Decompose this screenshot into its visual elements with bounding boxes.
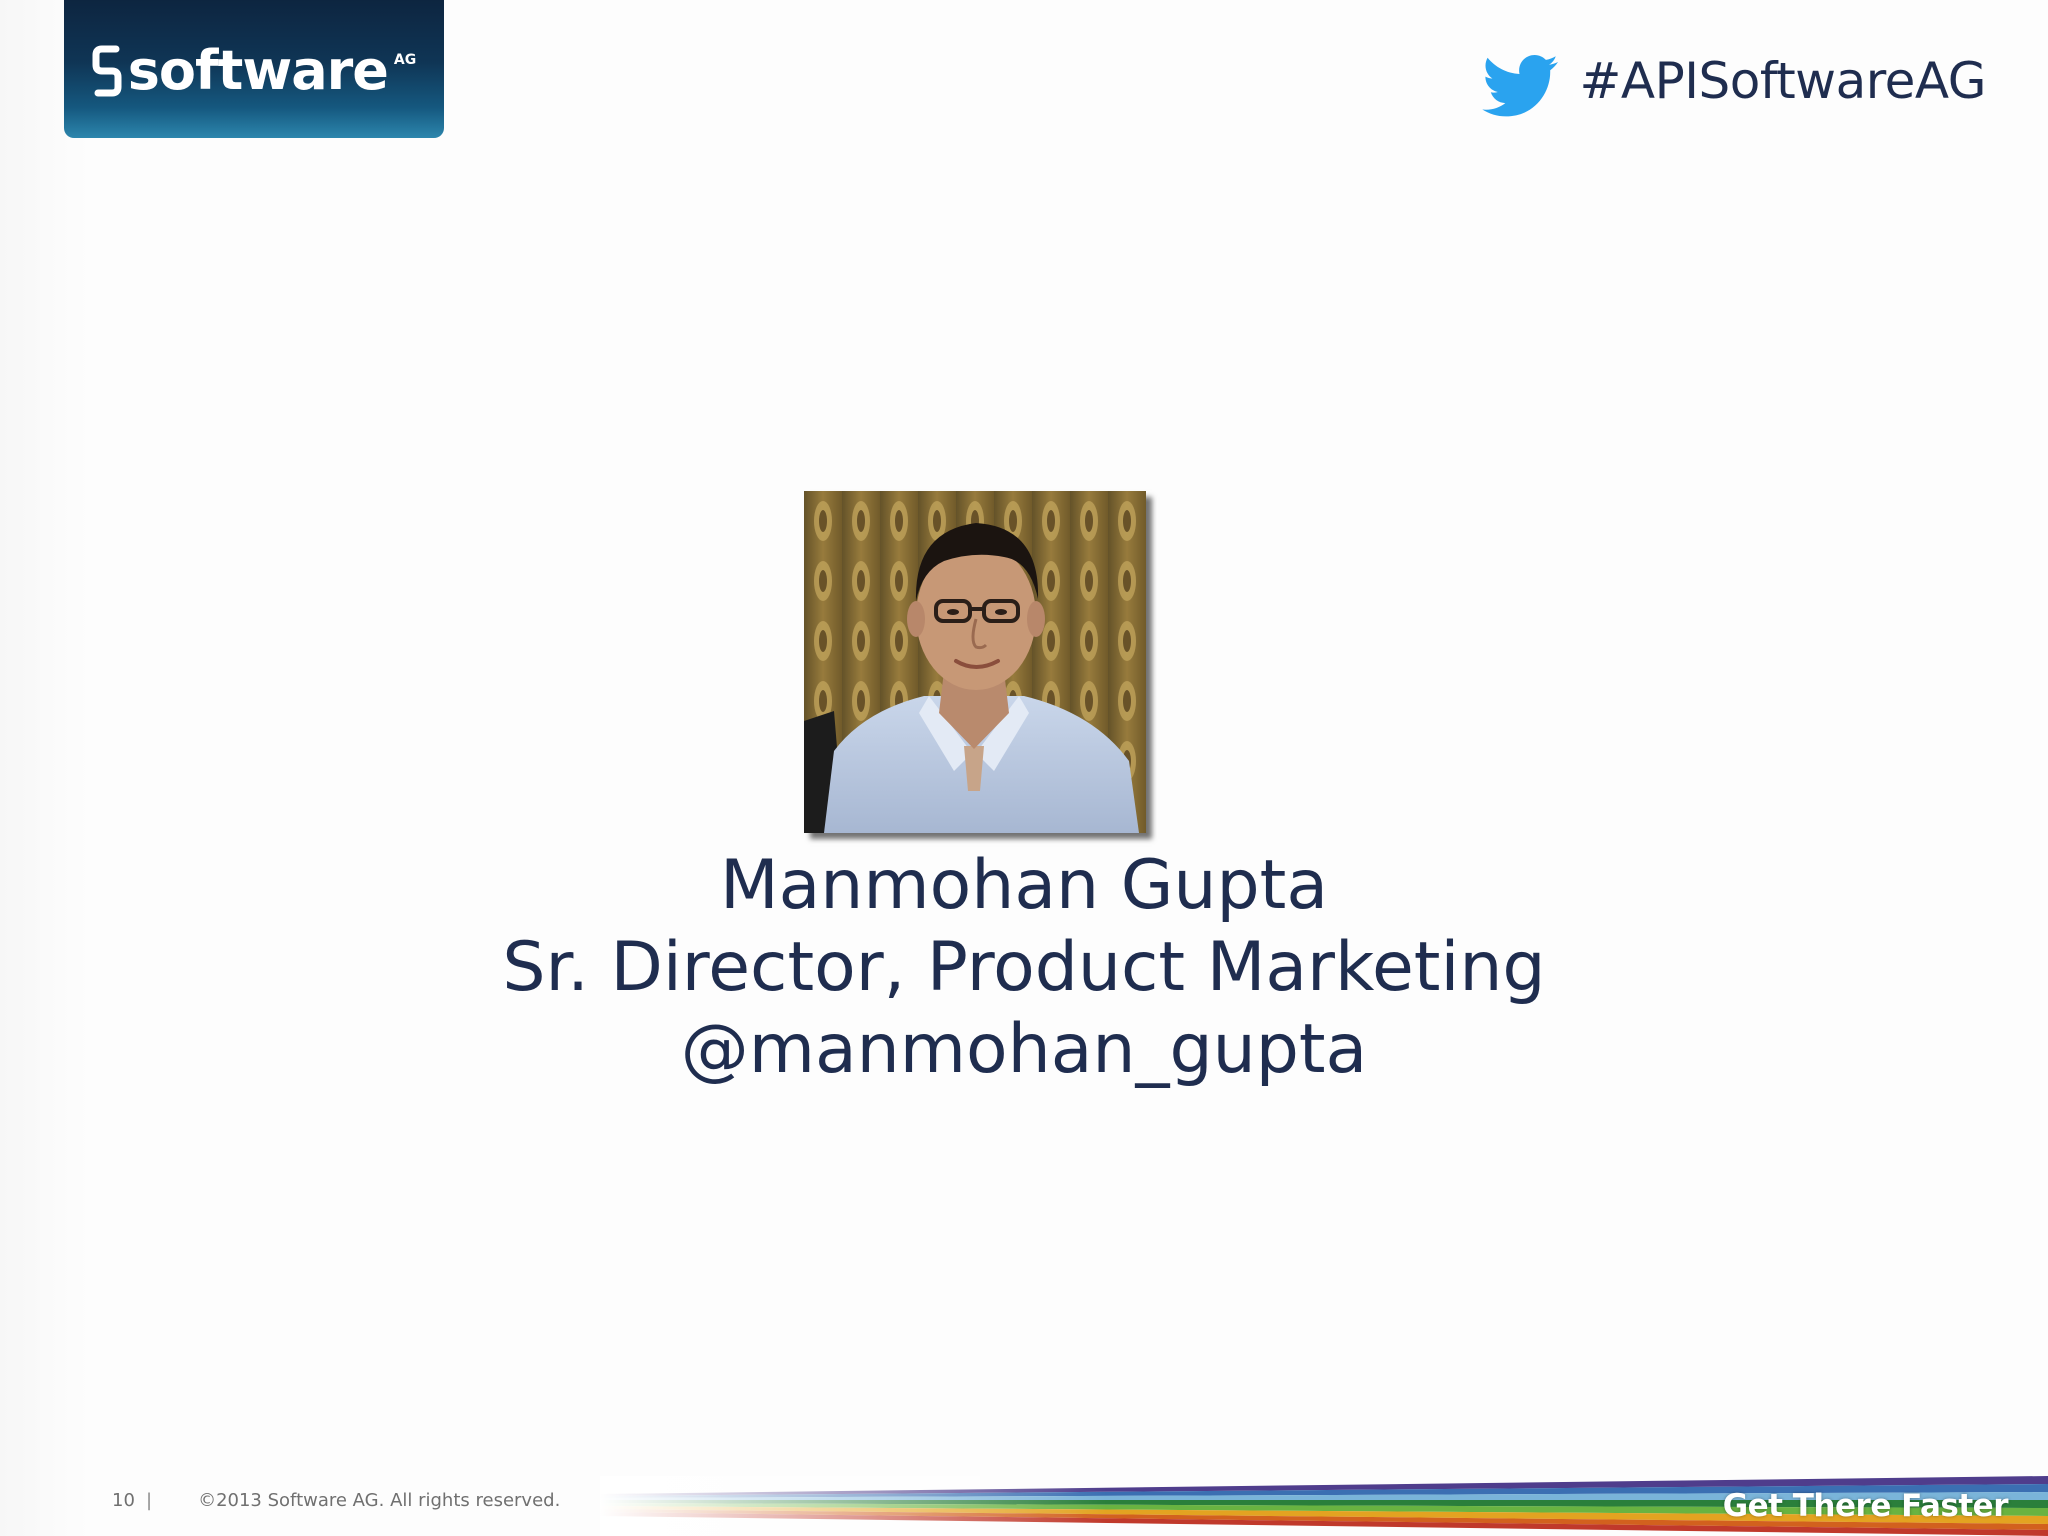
speaker-portrait [804,491,1146,833]
footer-separator: | [146,1490,153,1511]
speaker-name: Manmohan Gupta [719,846,1329,925]
twitter-bird-icon [1481,55,1558,117]
logo-symbol-icon [92,45,122,97]
speaker-handle: @manmohan_gupta [680,1010,1368,1089]
slide: software AG #APISoftwareAG Manmohan Gupt… [0,0,2048,1536]
speaker-title: Sr. Director, Product Marketing [502,928,1546,1007]
page-number: 10 [112,1490,135,1511]
speaker-photo [804,491,1146,833]
copyright-text: ©2013 Software AG. All rights reserved. [198,1490,561,1511]
logo-mark: software AG [92,44,416,98]
hashtag-text: #APISoftwareAG [1579,52,1987,110]
logo-suffix: AG [393,52,417,68]
logo-wordmark: software [127,39,389,102]
footer: 10 | ©2013 Software AG. All rights reser… [112,1490,560,1511]
speaker-details: Manmohan Gupta Sr. Director, Product Mar… [0,845,2048,1091]
software-ag-logo: software AG [64,0,444,138]
twitter-hashtag: #APISoftwareAG [1478,52,1987,124]
tagline: Get There Faster [1722,1488,2009,1524]
